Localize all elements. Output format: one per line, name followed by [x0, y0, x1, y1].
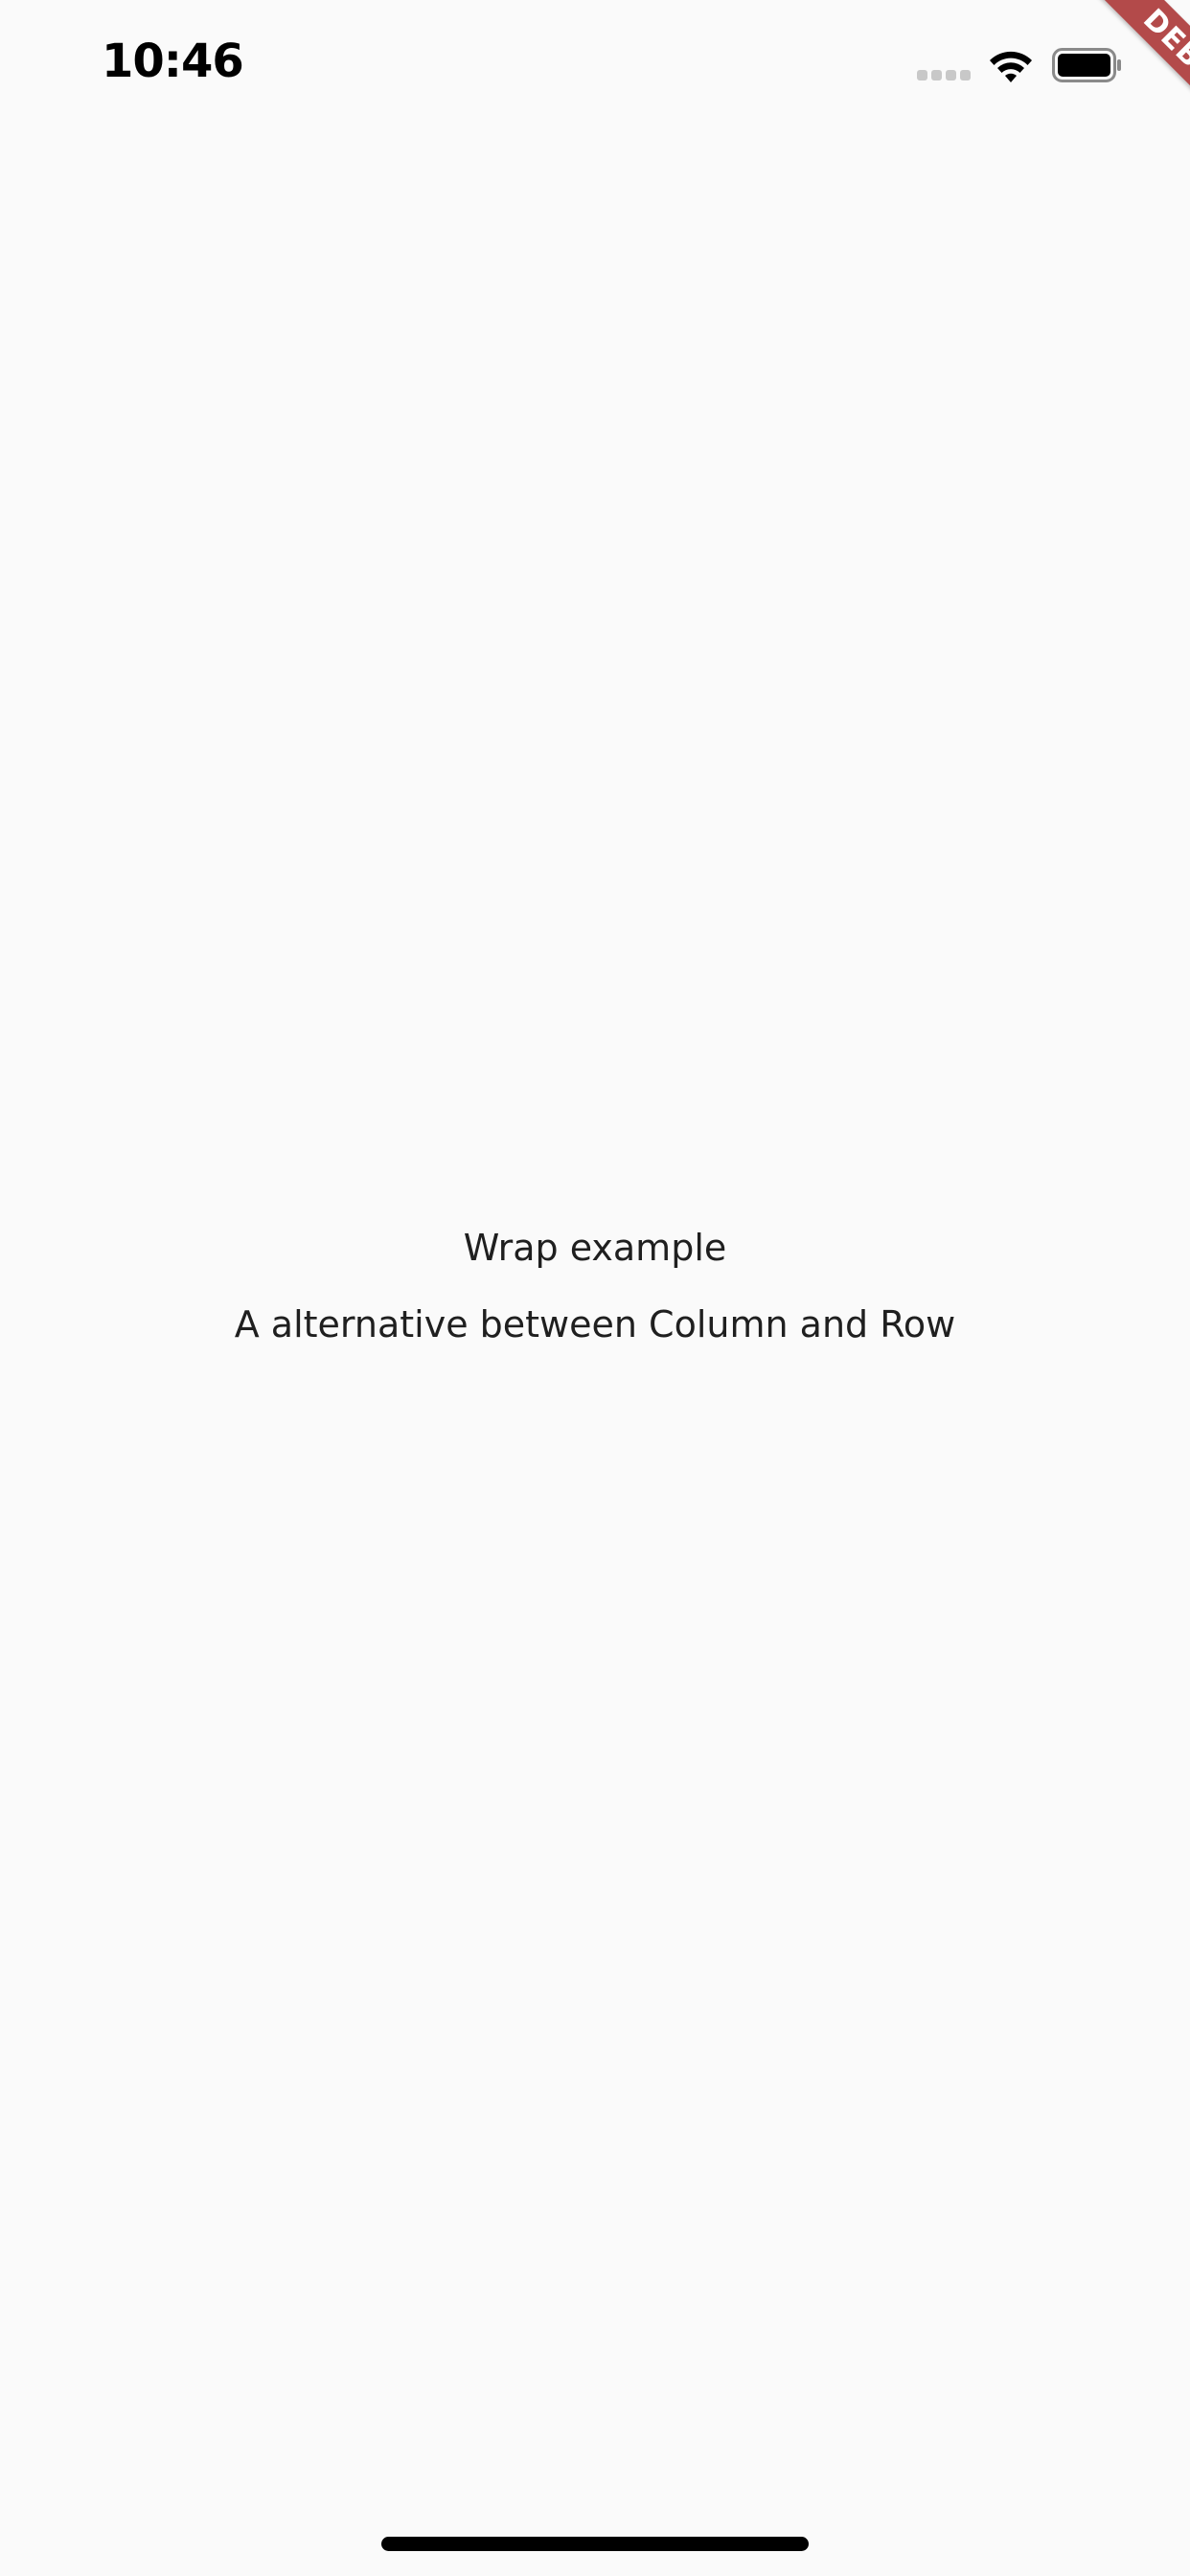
signal-dot	[946, 70, 956, 80]
signal-dot	[960, 70, 971, 80]
debug-label: DEBUG	[1136, 2, 1190, 109]
status-time: 10:46	[102, 34, 244, 88]
home-indicator[interactable]	[381, 2537, 809, 2551]
signal-dot	[931, 70, 942, 80]
page-subtitle: A alternative between Column and Row	[234, 1303, 956, 1346]
debug-ribbon: DEBUG	[1073, 0, 1190, 172]
page-title: Wrap example	[463, 1227, 727, 1269]
signal-bars-icon	[917, 70, 971, 80]
debug-banner: DEBUG	[998, 0, 1190, 192]
main-content: Wrap example A alternative between Colum…	[0, 1209, 1190, 1363]
signal-dot	[917, 70, 927, 80]
